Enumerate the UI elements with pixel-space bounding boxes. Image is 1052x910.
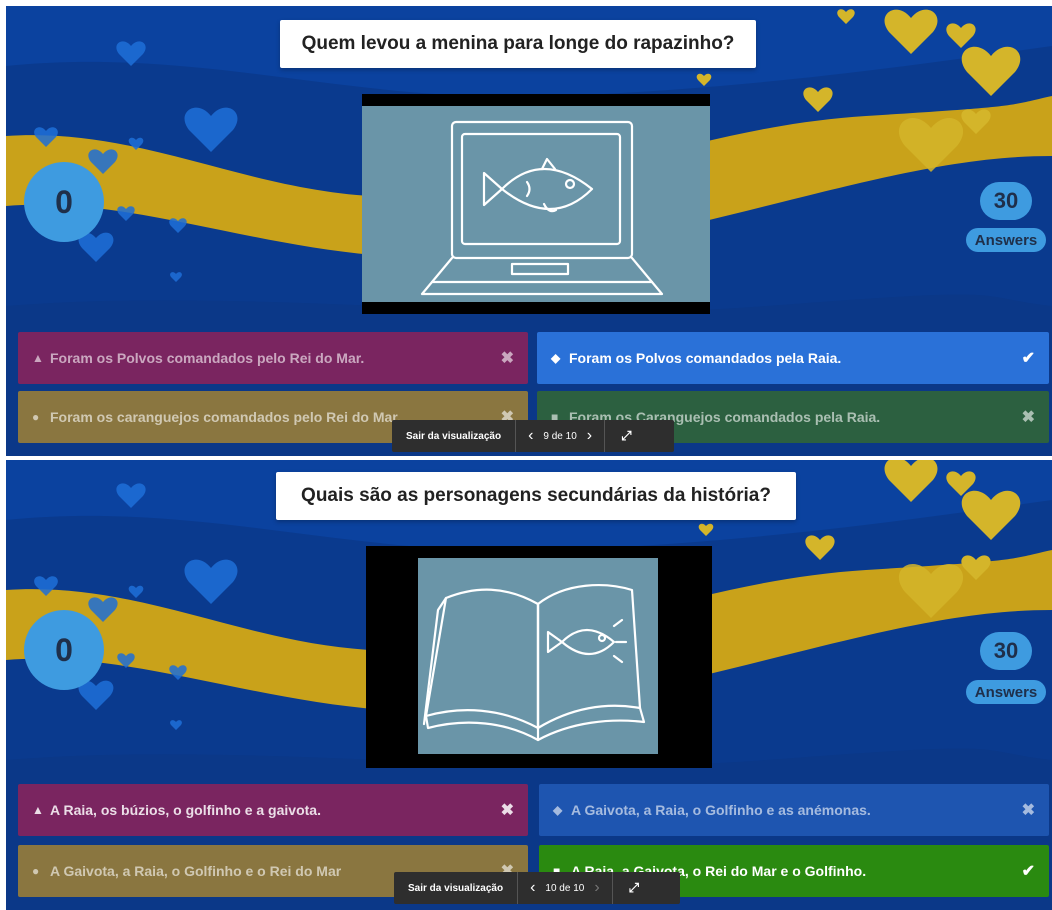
incorrect-x-icon: ✖ — [500, 802, 514, 819]
answer-option-diamond: ◆ A Gaivota, a Raia, o Golfinho e as ané… — [539, 784, 1049, 836]
answer-option-diamond: ◆ Foram os Polvos comandados pela Raia. … — [537, 332, 1049, 384]
chevron-left-icon[interactable]: ‹ — [528, 427, 533, 445]
score-badge: 0 — [24, 610, 104, 690]
incorrect-x-icon: ✖ — [1021, 409, 1035, 426]
answer-count-badge: 30 — [980, 632, 1032, 670]
page-indicator: 10 de 10 — [545, 882, 585, 894]
quiz-slide-9: Quem levou a menina para longe do rapazi… — [6, 6, 1052, 456]
incorrect-x-icon: ✖ — [500, 350, 514, 367]
presentation-toolbar: Sair da visualização ‹ 9 de 10 › ⤢ — [392, 420, 674, 452]
exit-preview-button[interactable]: Sair da visualização — [392, 420, 517, 452]
chevron-right-icon: › — [594, 879, 600, 896]
answers-label: Answers — [966, 680, 1046, 704]
diamond-icon: ◆ — [553, 803, 563, 817]
answer-text: Foram os Polvos comandados pelo Rei do M… — [50, 350, 365, 366]
slide-pager: ‹ 9 de 10 › — [516, 420, 606, 452]
question-title: Quais são as personagens secundárias da … — [276, 472, 796, 520]
laptop-fish-sketch-icon — [362, 106, 710, 302]
question-image — [362, 94, 710, 314]
page-indicator: 9 de 10 — [543, 430, 577, 442]
fullscreen-icon[interactable]: ⤢ — [613, 872, 655, 904]
triangle-icon: ▲ — [32, 803, 44, 817]
incorrect-x-icon: ✖ — [1021, 802, 1035, 819]
answer-option-triangle: ▲ Foram os Polvos comandados pelo Rei do… — [18, 332, 528, 384]
exit-preview-button[interactable]: Sair da visualização — [394, 872, 519, 904]
answer-option-triangle: ▲ A Raia, os búzios, o golfinho e a gaiv… — [18, 784, 528, 836]
slide-pager: ‹ 10 de 10 › — [518, 872, 613, 904]
answer-count-badge: 30 — [980, 182, 1032, 220]
answers-label: Answers — [966, 228, 1046, 252]
fullscreen-icon[interactable]: ⤢ — [605, 420, 647, 452]
presentation-toolbar: Sair da visualização ‹ 10 de 10 › ⤢ — [394, 872, 680, 904]
triangle-icon: ▲ — [32, 351, 44, 365]
quiz-slide-10: Quais são as personagens secundárias da … — [6, 460, 1052, 910]
correct-check-icon: ✔ — [1021, 863, 1035, 880]
answer-text: A Raia, os búzios, o golfinho e a gaivot… — [50, 802, 321, 818]
circle-icon: ● — [32, 864, 40, 878]
question-image — [366, 546, 712, 768]
correct-check-icon: ✔ — [1021, 350, 1035, 367]
answer-text: Foram os Polvos comandados pela Raia. — [569, 350, 842, 366]
answer-text: A Gaivota, a Raia, o Golfinho e as anémo… — [571, 802, 871, 818]
chevron-left-icon[interactable]: ‹ — [530, 879, 535, 897]
diamond-icon: ◆ — [551, 351, 561, 365]
question-title: Quem levou a menina para longe do rapazi… — [280, 20, 756, 68]
book-fish-sketch-icon — [418, 558, 658, 754]
circle-icon: ● — [32, 410, 40, 424]
chevron-right-icon[interactable]: › — [587, 427, 592, 445]
score-badge: 0 — [24, 162, 104, 242]
